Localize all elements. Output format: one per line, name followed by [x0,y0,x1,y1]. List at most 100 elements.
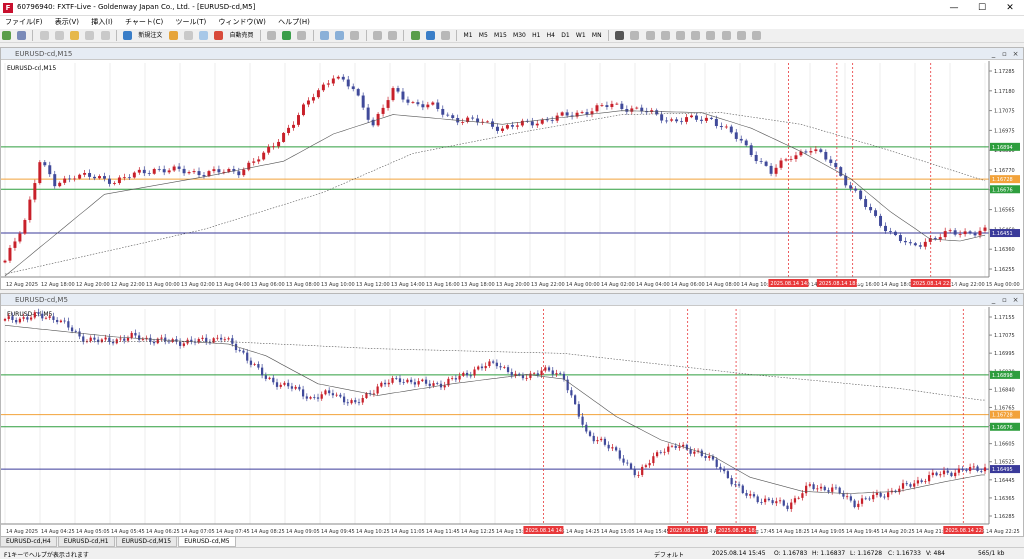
tab-eurusd-m15[interactable]: EURUSD-cd,M15 [115,537,178,547]
candle-body [771,500,774,504]
fibonacci-icon[interactable] [706,31,716,40]
channel-icon[interactable] [691,31,701,40]
candle-body [454,378,457,380]
price-level-label: 1.16676 [992,187,1013,193]
horizontal-line-icon[interactable] [660,31,670,40]
candle-body [819,149,823,152]
templates-icon[interactable] [441,31,451,40]
cursor-icon[interactable] [615,31,625,40]
new-order-button[interactable]: 新規注文 [136,30,164,42]
menu-file[interactable]: ファイル(F) [0,16,48,29]
vertical-line-icon[interactable] [645,31,655,40]
candle-body [729,126,733,133]
signals-icon[interactable] [183,31,193,40]
close-button[interactable]: ✕ [996,1,1024,15]
crosshair-icon[interactable] [630,31,640,40]
terminal-icon[interactable] [85,31,95,40]
candle-body [458,375,461,380]
periods-icon[interactable] [425,31,435,40]
tf-m15[interactable]: M15 [492,30,509,42]
tf-m5[interactable]: M5 [477,30,490,42]
menu-insert[interactable]: 挿入(I) [86,16,118,29]
tf-mn[interactable]: MN [590,30,604,42]
line-chart-icon[interactable] [297,31,307,40]
candle-body [381,107,385,114]
label-tool-icon[interactable] [736,31,746,40]
text-tool-icon[interactable] [721,31,731,40]
candle-body [924,481,927,483]
tf-h4[interactable]: H4 [545,30,557,42]
candle-body [674,445,677,448]
candle-body [943,231,947,238]
candle-body [719,126,723,128]
tf-w1[interactable]: W1 [574,30,588,42]
tf-d1[interactable]: D1 [559,30,571,42]
tester-icon[interactable] [100,31,110,40]
menu-tools[interactable]: ツール(T) [171,16,212,29]
candle-body [202,175,206,177]
trendline-icon[interactable] [675,31,685,40]
data-window-icon[interactable] [54,31,64,40]
menu-chart[interactable]: チャート(C) [120,16,168,29]
window-minimize-icon[interactable]: _ [989,50,998,58]
candle-body [913,243,917,246]
new-chart-icon[interactable] [2,31,11,40]
candlestick-icon[interactable] [282,31,292,40]
chart-window-m5[interactable]: EURUSD-cd,M5 _ ▫ × EURUSD-cd,M5 1.17155 1.… [0,293,1024,537]
chart-window-m15[interactable]: EURUSD-cd,M15 _ ▫ × EURUSD-cd,M15 1.17285… [0,47,1024,290]
zoom-in-icon[interactable] [319,31,329,40]
candle-body [115,339,118,344]
indicators-icon[interactable] [410,31,420,40]
window-close-icon[interactable]: × [1011,50,1020,58]
menu-window[interactable]: ウィンドウ(W) [214,16,271,29]
market-watch-icon[interactable] [39,31,49,40]
tab-eurusd-h4[interactable]: EURUSD-cd,H4 [0,537,57,547]
candle-body [451,378,454,379]
candle-body [119,338,122,340]
candle-body [162,169,166,173]
candle-body [103,176,106,179]
profiles-icon[interactable] [17,31,27,40]
price-chart-m5[interactable]: EURUSD-cd,M51.171551.170751.169951.16920… [1,307,1023,536]
auto-scroll-icon[interactable] [372,31,382,40]
tab-eurusd-h1[interactable]: EURUSD-cd,H1 [57,537,115,547]
meta-editor-icon[interactable] [168,31,178,40]
chart-shift-icon[interactable] [388,31,398,40]
window-restore-icon[interactable]: ▫ [1000,50,1009,58]
candle-body [849,496,852,501]
menu-help[interactable]: ヘルプ(H) [273,16,315,29]
window-close-icon[interactable]: × [1011,296,1020,304]
candle-body [197,171,201,176]
price-level-label: 1.16894 [992,145,1013,151]
vps-icon[interactable] [199,31,209,40]
zoom-out-icon[interactable] [335,31,345,40]
price-chart-m15[interactable]: EURUSD-cd,M15 1.17285 1.17180 1.17075 1.1697… [1,61,1023,289]
tab-eurusd-m5[interactable]: EURUSD-cd,M5 [178,537,236,547]
candle-body [786,505,789,510]
time-axis-label: 13 Aug 16:00 [426,282,460,288]
navigator-icon[interactable] [70,31,80,40]
auto-trade-button[interactable]: 自動売買 [228,30,256,42]
window-restore-icon[interactable]: ▫ [1000,296,1009,304]
bar-chart-icon[interactable] [267,31,277,40]
arrows-tool-icon[interactable] [752,31,762,40]
candle-body [78,174,82,179]
tf-m1[interactable]: M1 [462,30,475,42]
candle-body [164,337,167,342]
candle-body [540,370,543,376]
tf-h1[interactable]: H1 [530,30,542,42]
maximize-button[interactable]: ☐ [968,1,996,15]
price-tick-label: 1.16765 [994,405,1015,411]
marker-time-label: 2025.08.14 14:15 [525,528,570,534]
candle-body [272,377,275,383]
candle-body [499,366,502,368]
tile-windows-icon[interactable] [350,31,360,40]
menu-view[interactable]: 表示(V) [50,16,84,29]
minimize-button[interactable]: — [940,1,968,15]
candle-body [268,377,271,379]
window-minimize-icon[interactable]: _ [989,296,998,304]
candle-body [551,370,554,375]
tf-m30[interactable]: M30 [511,30,528,42]
price-tick-label: 1.16605 [994,442,1015,448]
candle-body [416,102,420,105]
